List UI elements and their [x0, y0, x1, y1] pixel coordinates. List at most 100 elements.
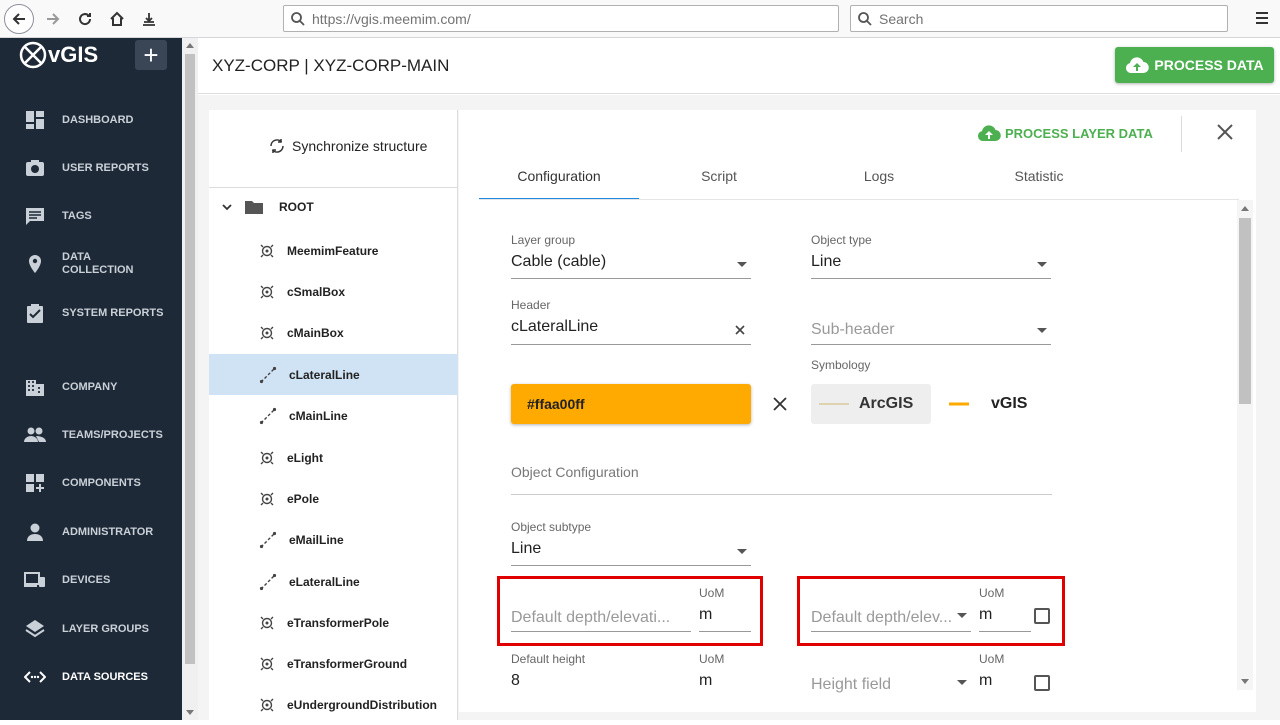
- search-icon: [858, 11, 872, 26]
- vgis-label: vGIS: [991, 395, 1028, 412]
- default-height-uom[interactable]: UoM m: [699, 652, 751, 698]
- highlight-box: [497, 576, 763, 646]
- url-bar[interactable]: https://vgis.meemim.com/: [283, 5, 839, 32]
- chevron-down-icon[interactable]: [221, 203, 233, 211]
- process-layer-data-button[interactable]: PROCESS LAYER DATA: [977, 124, 1153, 142]
- close-icon[interactable]: [773, 397, 787, 411]
- sync-label: Synchronize structure: [292, 138, 428, 154]
- sidebar-scrollbar[interactable]: [182, 38, 198, 720]
- arrow-left-icon: [12, 13, 25, 25]
- tree-item-label: eLateralLine: [289, 574, 360, 589]
- detail-scrollbar[interactable]: [1237, 200, 1253, 690]
- sidebar-item-data-sources[interactable]: DATA SOURCES: [0, 657, 182, 697]
- object-configuration-field[interactable]: Object Configuration: [511, 464, 1052, 495]
- tree-item[interactable]: cMainLine: [209, 395, 458, 436]
- tab-script[interactable]: Script: [639, 168, 799, 200]
- tab-statistic[interactable]: Statistic: [959, 168, 1119, 200]
- reload-button[interactable]: [70, 4, 100, 34]
- sidebar-item-company[interactable]: COMPANY: [0, 367, 182, 407]
- detail-scroll-thumb[interactable]: [1239, 218, 1251, 404]
- process-data-label: PROCESS DATA: [1154, 57, 1264, 73]
- header-field[interactable]: Header cLateralLine: [511, 298, 751, 345]
- point-layer-icon: [260, 244, 274, 257]
- point-layer-icon: [260, 451, 274, 464]
- uom-label: UoM: [699, 652, 725, 666]
- process-data-button[interactable]: PROCESS DATA: [1115, 47, 1274, 83]
- height-field-select[interactable]: Height field: [811, 670, 971, 698]
- location-pin-icon: [24, 253, 46, 275]
- synchronize-structure-button[interactable]: Synchronize structure: [267, 138, 427, 154]
- sidebar-scroll-thumb[interactable]: [185, 54, 195, 664]
- devices-icon: [24, 569, 46, 591]
- symbology-label: Symbology: [811, 358, 871, 372]
- height-field-uom[interactable]: UoM m: [979, 652, 1031, 698]
- close-icon[interactable]: [1215, 122, 1235, 142]
- clear-icon[interactable]: [735, 325, 745, 335]
- object-type-value: Line: [811, 253, 842, 270]
- tab-logs[interactable]: Logs: [799, 168, 959, 200]
- tree-item[interactable]: ePole: [209, 478, 458, 519]
- home-button[interactable]: [102, 4, 132, 34]
- tree-item[interactable]: eMailLine: [209, 519, 458, 560]
- tree-item[interactable]: eLateralLine: [209, 561, 458, 602]
- add-button[interactable]: +: [135, 40, 167, 70]
- default-height-input[interactable]: Default height 8: [511, 652, 691, 698]
- home-icon: [110, 11, 124, 26]
- sidebar-item-administrator[interactable]: ADMINISTRATOR: [0, 512, 182, 552]
- tree-item-selected[interactable]: cLateralLine: [209, 354, 458, 395]
- sidebar-item-layer-groups[interactable]: LAYER GROUPS: [0, 609, 182, 649]
- sidebar-item-tags[interactable]: TAGS: [0, 196, 182, 236]
- object-type-select[interactable]: Object type Line: [811, 233, 1051, 279]
- browser-toolbar: https://vgis.meemim.com/ Search: [0, 0, 1280, 38]
- forward-button[interactable]: [38, 4, 68, 34]
- sidebar-item-system-reports[interactable]: SYSTEM REPORTS: [0, 293, 182, 333]
- tree-root-label: ROOT: [279, 200, 314, 214]
- tree-item[interactable]: MeemimFeature: [209, 230, 458, 271]
- uom-label: UoM: [979, 652, 1005, 666]
- sidebar-item-data-collection[interactable]: DATA COLLECTION: [0, 244, 182, 284]
- line-swatch-icon: [819, 403, 849, 405]
- uom-value: m: [979, 672, 993, 689]
- object-subtype-select[interactable]: Object subtype Line: [511, 520, 751, 566]
- cloud-upload-icon: [977, 125, 1001, 142]
- color-picker-button[interactable]: #ffaa00ff: [511, 384, 751, 424]
- logo-text: vGIS: [48, 42, 99, 67]
- browser-menu-button[interactable]: [1252, 8, 1272, 28]
- dashboard-icon: [24, 109, 46, 131]
- tree-item[interactable]: eUndergroundDistribution: [209, 684, 458, 725]
- tree-item[interactable]: eTransformerGround: [209, 643, 458, 684]
- tree-item-label: ePole: [287, 491, 320, 506]
- sidebar-item-teams-projects[interactable]: TEAMS/PROJECTS: [0, 415, 182, 455]
- widgets-add-icon: [24, 472, 46, 494]
- vgis-symbology-button[interactable]: vGIS: [949, 384, 1027, 424]
- height-field-placeholder: Height field: [811, 676, 892, 693]
- height-checkbox[interactable]: [1034, 675, 1050, 691]
- tree-item[interactable]: eLight: [209, 437, 458, 478]
- default-height-value: 8: [511, 672, 520, 689]
- dropdown-arrow-icon: [1037, 262, 1047, 267]
- sidebar-item-label: SYSTEM REPORTS: [62, 306, 164, 319]
- tab-configuration[interactable]: Configuration: [479, 168, 639, 200]
- tree-root[interactable]: ROOT: [221, 200, 314, 214]
- browser-search-input[interactable]: Search: [850, 5, 1228, 32]
- point-layer-icon: [260, 492, 274, 505]
- tree-item[interactable]: cSmalBox: [209, 271, 458, 312]
- sidebar-item-components[interactable]: COMPONENTS: [0, 463, 182, 503]
- arcgis-symbology-button[interactable]: ArcGIS: [811, 384, 931, 424]
- object-subtype-label: Object subtype: [511, 520, 592, 534]
- layer-group-select[interactable]: Layer group Cable (cable): [511, 233, 751, 279]
- sidebar-item-user-reports[interactable]: USER REPORTS: [0, 148, 182, 188]
- sub-header-select[interactable]: Sub-header: [811, 298, 1051, 345]
- vgis-logo[interactable]: vGIS: [18, 40, 98, 70]
- tree-item[interactable]: cMainBox: [209, 312, 458, 353]
- tree-item-label: cLateralLine: [289, 367, 360, 382]
- sidebar-item-dashboard[interactable]: DASHBOARD: [0, 100, 182, 140]
- bookmark-button[interactable]: [134, 4, 164, 34]
- reload-icon: [79, 13, 92, 26]
- tree-item[interactable]: eTransformerPole: [209, 602, 458, 643]
- header-label: Header: [511, 298, 551, 312]
- sidebar-item-devices[interactable]: DEVICES: [0, 560, 182, 600]
- back-button[interactable]: [4, 4, 34, 34]
- search-placeholder: Search: [879, 10, 924, 27]
- default-height-label: Default height: [511, 652, 586, 666]
